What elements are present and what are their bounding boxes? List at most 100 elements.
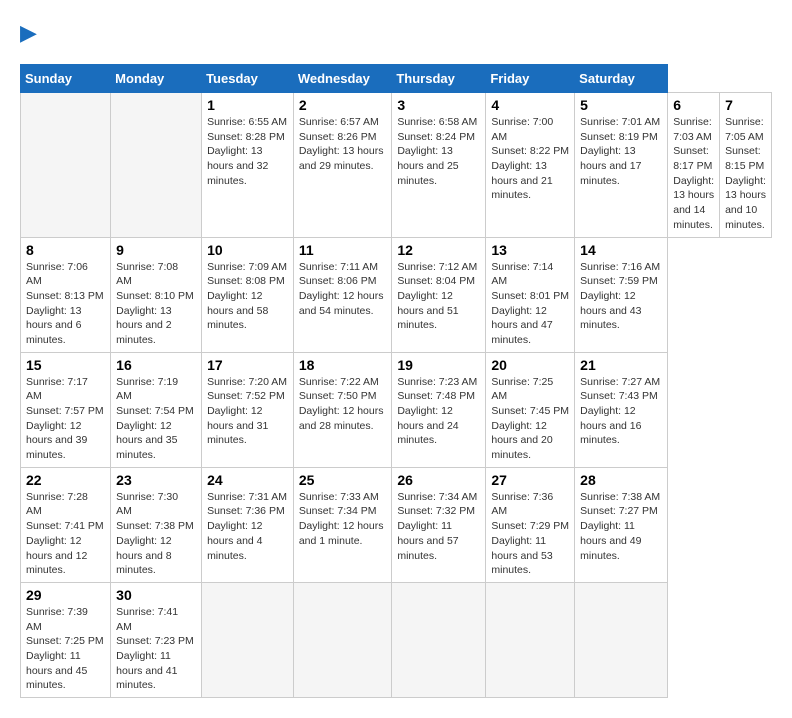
calendar-day-cell <box>21 93 111 238</box>
day-info: Sunrise: 7:31 AMSunset: 7:36 PMDaylight:… <box>207 491 287 562</box>
day-number: 25 <box>299 472 387 488</box>
calendar-day-cell: 15 Sunrise: 7:17 AMSunset: 7:57 PMDaylig… <box>21 352 111 467</box>
calendar-day-cell: 9 Sunrise: 7:08 AMSunset: 8:10 PMDayligh… <box>111 237 202 352</box>
calendar-day-cell: 18 Sunrise: 7:22 AMSunset: 7:50 PMDaylig… <box>293 352 392 467</box>
day-info: Sunrise: 7:23 AMSunset: 7:48 PMDaylight:… <box>397 376 477 447</box>
calendar-week-row: 1 Sunrise: 6:55 AMSunset: 8:28 PMDayligh… <box>21 93 772 238</box>
day-number: 20 <box>491 357 569 373</box>
day-info: Sunrise: 7:09 AMSunset: 8:08 PMDaylight:… <box>207 261 287 332</box>
calendar-day-cell: 16 Sunrise: 7:19 AMSunset: 7:54 PMDaylig… <box>111 352 202 467</box>
day-number: 27 <box>491 472 569 488</box>
calendar-day-cell: 10 Sunrise: 7:09 AMSunset: 8:08 PMDaylig… <box>202 237 294 352</box>
svg-text:▶: ▶ <box>20 20 37 45</box>
calendar-day-cell: 6 Sunrise: 7:03 AMSunset: 8:17 PMDayligh… <box>668 93 720 238</box>
calendar-day-cell: 14 Sunrise: 7:16 AMSunset: 7:59 PMDaylig… <box>575 237 668 352</box>
calendar-day-cell: 13 Sunrise: 7:14 AMSunset: 8:01 PMDaylig… <box>486 237 575 352</box>
day-number: 5 <box>580 97 662 113</box>
day-info: Sunrise: 7:20 AMSunset: 7:52 PMDaylight:… <box>207 376 287 447</box>
calendar-day-cell: 25 Sunrise: 7:33 AMSunset: 7:34 PMDaylig… <box>293 467 392 582</box>
day-info: Sunrise: 7:33 AMSunset: 7:34 PMDaylight:… <box>299 491 384 547</box>
day-info: Sunrise: 7:01 AMSunset: 8:19 PMDaylight:… <box>580 116 660 187</box>
day-info: Sunrise: 7:17 AMSunset: 7:57 PMDaylight:… <box>26 376 104 461</box>
day-number: 30 <box>116 587 196 603</box>
day-info: Sunrise: 7:34 AMSunset: 7:32 PMDaylight:… <box>397 491 477 562</box>
calendar-day-cell: 28 Sunrise: 7:38 AMSunset: 7:27 PMDaylig… <box>575 467 668 582</box>
day-info: Sunrise: 6:57 AMSunset: 8:26 PMDaylight:… <box>299 116 384 172</box>
calendar-day-cell: 29 Sunrise: 7:39 AMSunset: 7:25 PMDaylig… <box>21 582 111 697</box>
day-number: 16 <box>116 357 196 373</box>
day-number: 28 <box>580 472 662 488</box>
calendar-day-cell: 19 Sunrise: 7:23 AMSunset: 7:48 PMDaylig… <box>392 352 486 467</box>
day-number: 22 <box>26 472 105 488</box>
day-info: Sunrise: 7:25 AMSunset: 7:45 PMDaylight:… <box>491 376 569 461</box>
day-info: Sunrise: 7:27 AMSunset: 7:43 PMDaylight:… <box>580 376 660 447</box>
day-info: Sunrise: 7:16 AMSunset: 7:59 PMDaylight:… <box>580 261 660 332</box>
day-number: 10 <box>207 242 288 258</box>
calendar-week-row: 15 Sunrise: 7:17 AMSunset: 7:57 PMDaylig… <box>21 352 772 467</box>
day-info: Sunrise: 7:41 AMSunset: 7:23 PMDaylight:… <box>116 606 194 691</box>
day-info: Sunrise: 7:22 AMSunset: 7:50 PMDaylight:… <box>299 376 384 432</box>
calendar-day-cell: 2 Sunrise: 6:57 AMSunset: 8:26 PMDayligh… <box>293 93 392 238</box>
day-number: 23 <box>116 472 196 488</box>
day-number: 12 <box>397 242 480 258</box>
calendar-day-cell: 24 Sunrise: 7:31 AMSunset: 7:36 PMDaylig… <box>202 467 294 582</box>
calendar-day-cell: 4 Sunrise: 7:00 AMSunset: 8:22 PMDayligh… <box>486 93 575 238</box>
calendar-day-cell: 17 Sunrise: 7:20 AMSunset: 7:52 PMDaylig… <box>202 352 294 467</box>
day-info: Sunrise: 7:11 AMSunset: 8:06 PMDaylight:… <box>299 261 384 317</box>
day-number: 17 <box>207 357 288 373</box>
day-number: 13 <box>491 242 569 258</box>
calendar-week-row: 29 Sunrise: 7:39 AMSunset: 7:25 PMDaylig… <box>21 582 772 697</box>
weekday-header-row: SundayMondayTuesdayWednesdayThursdayFrid… <box>21 65 772 93</box>
logo: ▶ <box>20 20 52 48</box>
day-info: Sunrise: 7:14 AMSunset: 8:01 PMDaylight:… <box>491 261 569 346</box>
weekday-header-wednesday: Wednesday <box>293 65 392 93</box>
calendar-day-cell: 11 Sunrise: 7:11 AMSunset: 8:06 PMDaylig… <box>293 237 392 352</box>
calendar-day-cell: 30 Sunrise: 7:41 AMSunset: 7:23 PMDaylig… <box>111 582 202 697</box>
calendar-day-cell <box>486 582 575 697</box>
weekday-header-thursday: Thursday <box>392 65 486 93</box>
day-info: Sunrise: 7:30 AMSunset: 7:38 PMDaylight:… <box>116 491 194 576</box>
day-info: Sunrise: 7:36 AMSunset: 7:29 PMDaylight:… <box>491 491 569 576</box>
day-number: 14 <box>580 242 662 258</box>
day-number: 11 <box>299 242 387 258</box>
weekday-header-monday: Monday <box>111 65 202 93</box>
calendar-table: SundayMondayTuesdayWednesdayThursdayFrid… <box>20 64 772 698</box>
day-info: Sunrise: 7:06 AMSunset: 8:13 PMDaylight:… <box>26 261 104 346</box>
day-number: 18 <box>299 357 387 373</box>
day-info: Sunrise: 7:03 AMSunset: 8:17 PMDaylight:… <box>673 116 714 231</box>
day-info: Sunrise: 7:08 AMSunset: 8:10 PMDaylight:… <box>116 261 194 346</box>
calendar-day-cell <box>202 582 294 697</box>
calendar-week-row: 8 Sunrise: 7:06 AMSunset: 8:13 PMDayligh… <box>21 237 772 352</box>
day-number: 21 <box>580 357 662 373</box>
calendar-day-cell: 26 Sunrise: 7:34 AMSunset: 7:32 PMDaylig… <box>392 467 486 582</box>
calendar-day-cell: 23 Sunrise: 7:30 AMSunset: 7:38 PMDaylig… <box>111 467 202 582</box>
day-info: Sunrise: 6:55 AMSunset: 8:28 PMDaylight:… <box>207 116 287 187</box>
weekday-header-friday: Friday <box>486 65 575 93</box>
calendar-day-cell: 20 Sunrise: 7:25 AMSunset: 7:45 PMDaylig… <box>486 352 575 467</box>
day-number: 19 <box>397 357 480 373</box>
day-number: 6 <box>673 97 714 113</box>
day-number: 29 <box>26 587 105 603</box>
day-number: 2 <box>299 97 387 113</box>
calendar-day-cell <box>293 582 392 697</box>
logo-icon: ▶ <box>20 20 48 48</box>
calendar-day-cell: 1 Sunrise: 6:55 AMSunset: 8:28 PMDayligh… <box>202 93 294 238</box>
day-info: Sunrise: 7:05 AMSunset: 8:15 PMDaylight:… <box>725 116 766 231</box>
day-info: Sunrise: 7:12 AMSunset: 8:04 PMDaylight:… <box>397 261 477 332</box>
day-number: 9 <box>116 242 196 258</box>
calendar-day-cell <box>392 582 486 697</box>
calendar-day-cell <box>111 93 202 238</box>
day-number: 1 <box>207 97 288 113</box>
day-number: 7 <box>725 97 766 113</box>
weekday-header-tuesday: Tuesday <box>202 65 294 93</box>
day-info: Sunrise: 6:58 AMSunset: 8:24 PMDaylight:… <box>397 116 477 187</box>
page-header: ▶ <box>20 20 772 48</box>
calendar-day-cell: 7 Sunrise: 7:05 AMSunset: 8:15 PMDayligh… <box>720 93 772 238</box>
day-number: 15 <box>26 357 105 373</box>
calendar-day-cell: 5 Sunrise: 7:01 AMSunset: 8:19 PMDayligh… <box>575 93 668 238</box>
day-info: Sunrise: 7:28 AMSunset: 7:41 PMDaylight:… <box>26 491 104 576</box>
calendar-day-cell: 12 Sunrise: 7:12 AMSunset: 8:04 PMDaylig… <box>392 237 486 352</box>
day-info: Sunrise: 7:39 AMSunset: 7:25 PMDaylight:… <box>26 606 104 691</box>
day-number: 4 <box>491 97 569 113</box>
calendar-day-cell <box>575 582 668 697</box>
